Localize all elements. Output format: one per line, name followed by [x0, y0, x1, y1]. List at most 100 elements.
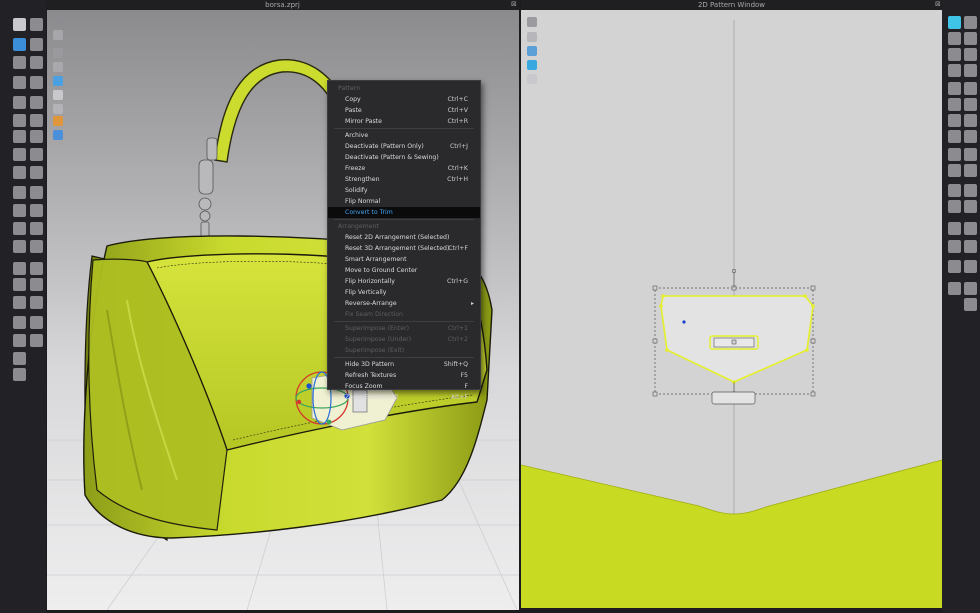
- 3d-garment-display-icon[interactable]: [53, 48, 63, 58]
- avatar-arrange-icon[interactable]: [13, 114, 26, 127]
- hanger-icon[interactable]: [30, 262, 43, 275]
- menu-item-reset-3d-arrangement-selected[interactable]: Reset 3D Arrangement (Selected) Ctrl+F: [328, 243, 480, 254]
- fold-icon[interactable]: [948, 114, 961, 127]
- menu-item-copy[interactable]: Copy Ctrl+C: [328, 94, 480, 105]
- shoe-icon[interactable]: [13, 278, 26, 291]
- fabric-icon[interactable]: [30, 278, 43, 291]
- menu-item-hide-3d-pattern[interactable]: Hide 3D Pattern Shift+Q: [328, 359, 480, 370]
- 3d-stress-map-icon[interactable]: [53, 104, 63, 114]
- edit-pattern-icon[interactable]: [948, 16, 961, 29]
- avatar-size-icon[interactable]: [30, 130, 43, 143]
- menu-item-zoom-extents-all[interactable]: Zoom Extents All Alt+F: [328, 392, 480, 403]
- pin-icon[interactable]: [30, 76, 43, 89]
- 3d-view-mode-icon[interactable]: [53, 16, 63, 26]
- pleat-icon[interactable]: [948, 130, 961, 143]
- edit-seam-icon[interactable]: [964, 148, 977, 161]
- edit-avatar-icon[interactable]: [13, 316, 26, 329]
- menu-item-freeze[interactable]: Freeze Ctrl+K: [328, 163, 480, 174]
- internal-polygon-icon[interactable]: [964, 82, 977, 95]
- 3d-thick-display-icon[interactable]: [53, 76, 63, 86]
- zipper-icon[interactable]: [13, 222, 26, 235]
- add-point-icon[interactable]: [964, 48, 977, 61]
- edit-point-icon[interactable]: [948, 32, 961, 45]
- fabric-grain-icon[interactable]: [948, 200, 961, 213]
- menu-item-paste[interactable]: Paste Ctrl+V: [328, 105, 480, 116]
- menu-item-flip-normal[interactable]: Flip Normal: [328, 196, 480, 207]
- seamline-icon[interactable]: [30, 166, 43, 179]
- grading-icon[interactable]: [948, 240, 961, 253]
- menu-item-reset-2d-arrangement-selected[interactable]: Reset 2D Arrangement (Selected): [328, 232, 480, 243]
- gizmo-icon[interactable]: [30, 38, 43, 51]
- tuck-icon[interactable]: [964, 184, 977, 197]
- arrangement-icon[interactable]: [30, 316, 43, 329]
- measure-2d-icon[interactable]: [964, 240, 977, 253]
- link-icon[interactable]: [964, 282, 977, 295]
- menu-item-move-to-ground-center[interactable]: Move to Ground Center: [328, 265, 480, 276]
- annotation-icon[interactable]: [964, 222, 977, 235]
- menu-item-flip-vertically[interactable]: Flip Vertically: [328, 287, 480, 298]
- light-icon[interactable]: [13, 352, 26, 365]
- transform-pattern-icon[interactable]: [13, 38, 26, 51]
- select-mesh-icon[interactable]: [13, 18, 26, 31]
- check-sewing-icon[interactable]: [948, 184, 961, 197]
- button-icon[interactable]: [13, 204, 26, 217]
- baseline-icon[interactable]: [964, 200, 977, 213]
- edit-curvature-icon[interactable]: [964, 32, 977, 45]
- trace-icon[interactable]: [964, 98, 977, 111]
- menu-item-deactivate-pattern-sewing[interactable]: Deactivate (Pattern & Sewing): [328, 152, 480, 163]
- pose-icon[interactable]: [13, 296, 26, 309]
- 3d-avatar-display-icon[interactable]: [53, 30, 63, 40]
- simulation-icon[interactable]: [30, 18, 43, 31]
- transform-icon[interactable]: [964, 16, 977, 29]
- 3d-light-icon[interactable]: [53, 116, 63, 126]
- graphic-icon[interactable]: [30, 148, 43, 161]
- xray-icon[interactable]: [13, 334, 26, 347]
- menu-item-focus-zoom[interactable]: Focus Zoom F: [328, 381, 480, 392]
- fitting-icon[interactable]: [13, 130, 26, 143]
- polygon-icon[interactable]: [948, 64, 961, 77]
- topstitch-icon[interactable]: [13, 166, 26, 179]
- 3d-mesh-display-icon[interactable]: [53, 90, 63, 100]
- menu-item-reverse-arrange[interactable]: Reverse-Arrange ▸: [328, 298, 480, 309]
- 2d-texture-icon[interactable]: [527, 60, 537, 70]
- buttonhole-icon[interactable]: [30, 204, 43, 217]
- circle-icon[interactable]: [948, 82, 961, 95]
- rectangle-icon[interactable]: [964, 64, 977, 77]
- menu-item-convert-to-trim[interactable]: Convert to Trim: [328, 207, 480, 218]
- seam-allowance-icon[interactable]: [948, 148, 961, 161]
- stretch-icon[interactable]: [13, 56, 26, 69]
- 2d-pattern-display-icon[interactable]: [527, 17, 537, 27]
- menu-item-flip-horizontally[interactable]: Flip Horizontally Ctrl+G: [328, 276, 480, 287]
- slash-spread-icon[interactable]: [964, 130, 977, 143]
- 2d-grid-display-icon[interactable]: [527, 32, 537, 42]
- symmetry-icon[interactable]: [948, 282, 961, 295]
- puckering-icon[interactable]: [13, 186, 26, 199]
- dart-icon[interactable]: [948, 98, 961, 111]
- 2d-pattern-window[interactable]: [521, 10, 942, 608]
- menu-item-smart-arrangement[interactable]: Smart Arrangement: [328, 254, 480, 265]
- ruler-icon[interactable]: [948, 260, 961, 273]
- trim-icon[interactable]: [30, 222, 43, 235]
- menu-item-solidify[interactable]: Solidify: [328, 185, 480, 196]
- grid-icon[interactable]: [30, 334, 43, 347]
- measure-icon[interactable]: [13, 96, 26, 109]
- 3d-texture-display-icon[interactable]: [53, 62, 63, 72]
- 2d-info-icon[interactable]: [527, 74, 537, 84]
- 2d-zoom-icon[interactable]: [527, 46, 537, 56]
- camera-icon[interactable]: [13, 368, 26, 381]
- menu-item-deactivate-pattern-only[interactable]: Deactivate (Pattern Only) Ctrl+J: [328, 141, 480, 152]
- menu-item-strengthen[interactable]: Strengthen Ctrl+H: [328, 174, 480, 185]
- 3d-window-close-icon[interactable]: ⊠: [511, 0, 519, 8]
- shirring-icon[interactable]: [13, 240, 26, 253]
- 3d-camera-icon[interactable]: [53, 130, 63, 140]
- text-icon[interactable]: [948, 222, 961, 235]
- piping-icon[interactable]: [30, 186, 43, 199]
- motion-icon[interactable]: [30, 296, 43, 309]
- tape-icon[interactable]: [30, 96, 43, 109]
- menu-item-mirror-paste[interactable]: Mirror Paste Ctrl+R: [328, 116, 480, 127]
- menu-item-refresh-textures[interactable]: Refresh Textures F5: [328, 370, 480, 381]
- free-sewing-icon[interactable]: [964, 164, 977, 177]
- avatar-icon[interactable]: [13, 262, 26, 275]
- avatar-measure-icon[interactable]: [30, 114, 43, 127]
- grid-2d-icon[interactable]: [964, 260, 977, 273]
